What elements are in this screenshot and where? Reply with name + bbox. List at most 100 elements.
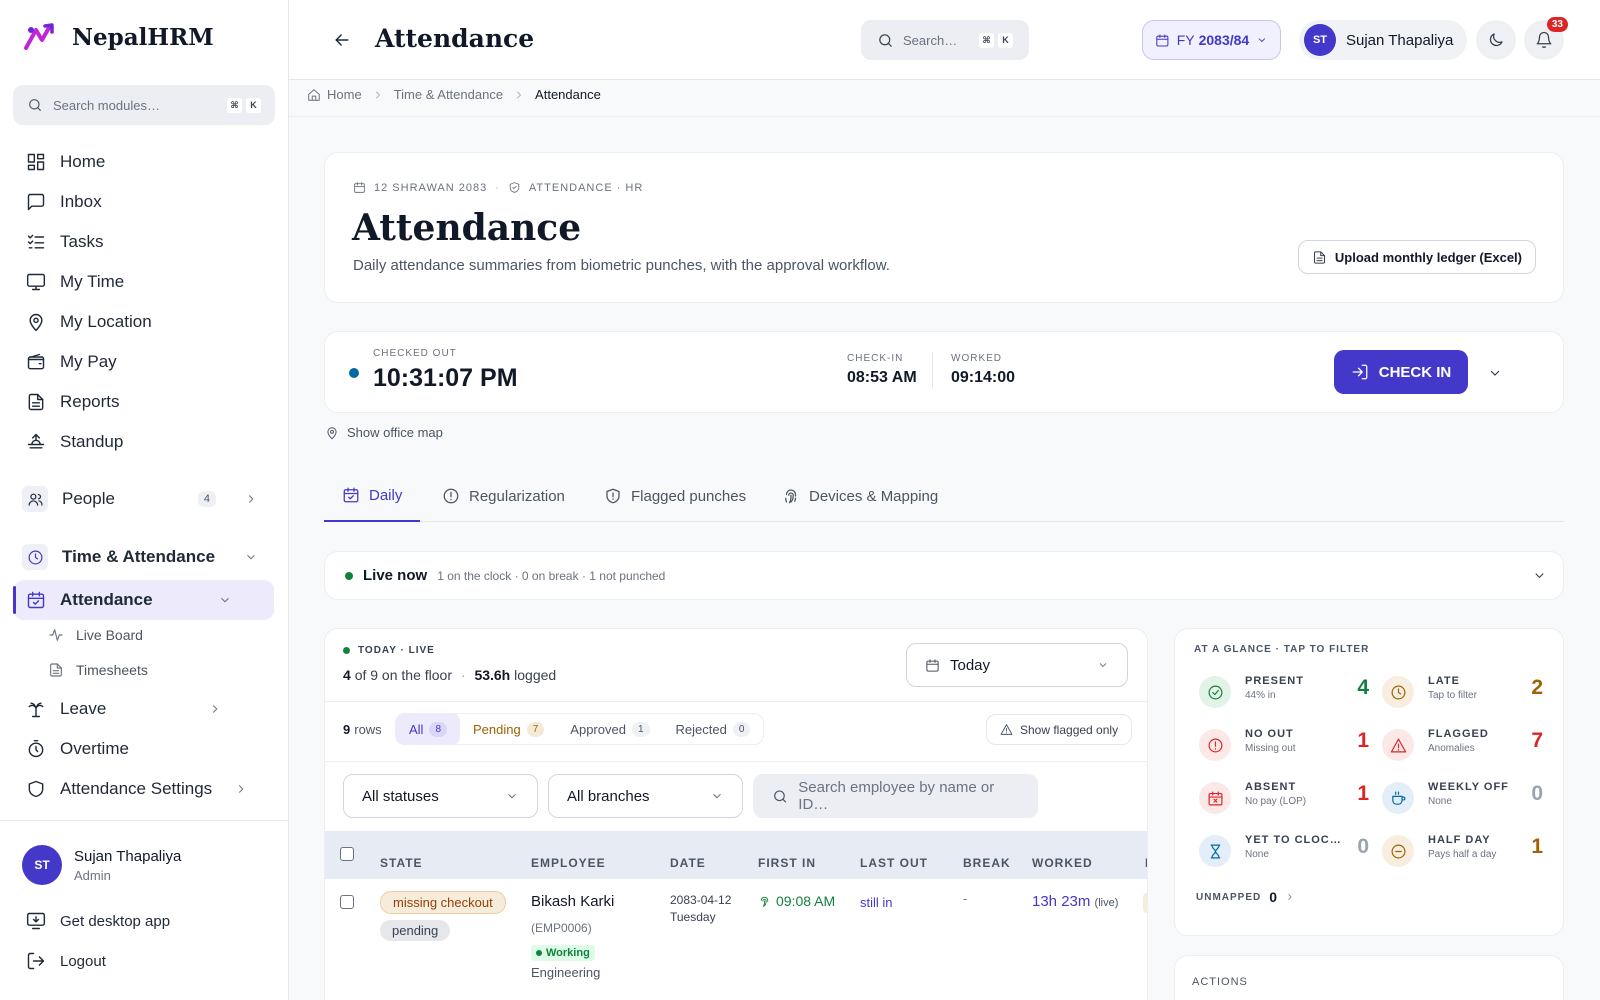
shortcut-key-k: K [246,97,261,113]
sidebar-item-my-location[interactable]: My Location [14,303,274,341]
table-row[interactable]: missing checkout pending Bikash Karki (E… [325,879,1147,1000]
filter-pill-rejected[interactable]: Rejected 0 [663,713,764,745]
row-count-value: 9 [343,721,351,737]
sidebar-item-attendance-settings[interactable]: Attendance Settings [14,770,274,808]
check-circle-icon [1208,685,1222,699]
checkin-value: 08:53 AM [847,369,917,386]
employee-name[interactable]: Bikash Karki [531,893,614,910]
column-header-worked[interactable]: WORKED [1032,856,1093,870]
glance-no-out[interactable]: NO OUT Missing out 1 [1199,725,1369,765]
status-filter-select[interactable]: All statuses [343,774,538,818]
chevron-right-icon [517,91,521,98]
sidebar-item-label: My Pay [60,352,117,371]
glance-absent[interactable]: ABSENT No pay (LOP) 1 [1199,778,1369,818]
brand-name: NepalHRM [72,23,214,51]
sidebar-item-reports[interactable]: Reports [14,383,274,421]
row-date: 2083-04-12 [670,893,732,907]
glance-late[interactable]: LATE Tap to filter 2 [1382,672,1543,712]
show-office-map-link[interactable]: Show office map [325,425,443,440]
sidebar-item-leave[interactable]: Leave [14,690,274,728]
sidebar-item-attendance[interactable]: Attendance [13,580,274,620]
message-icon [27,193,45,211]
column-header-last-out[interactable]: LAST OUT [860,856,928,870]
theme-toggle-button[interactable] [1476,20,1516,60]
stopwatch-icon [28,739,44,758]
brand-logo[interactable]: NepalHRM [22,22,214,52]
logout-button[interactable]: Logout [14,942,274,980]
sidebar-item-my-time[interactable]: My Time [14,263,274,301]
row-checkbox[interactable] [340,895,354,909]
fingerprint-icon [760,896,769,907]
sidebar-sub-item-live-board[interactable]: Live Board [48,627,143,643]
notifications-button[interactable]: 33 [1524,17,1568,60]
glance-weekly-off[interactable]: WEEKLY OFF None 0 [1382,778,1543,818]
glance-flagged[interactable]: FLAGGED Anomalies 7 [1382,725,1543,765]
sidebar-sub-item-label: Timesheets [76,662,148,678]
page-heading: Attendance [352,207,582,249]
sidebar-item-people[interactable]: People 4 [14,480,274,518]
column-header-date[interactable]: DATE [670,856,706,870]
sidebar-item-home[interactable]: Home [14,143,274,181]
column-header-state[interactable]: STATE [380,856,423,870]
upload-ledger-button[interactable]: Upload monthly ledger (Excel) [1297,240,1536,274]
column-header-first-in[interactable]: FIRST IN [758,856,816,870]
avatar: ST [1304,24,1336,56]
dashboard-icon [27,153,45,171]
branch-filter-select[interactable]: All branches [548,774,743,818]
get-desktop-app-link[interactable]: Get desktop app [14,902,274,940]
breadcrumb-current: Attendance [535,87,601,102]
filter-pill-pending[interactable]: Pending 7 [460,713,557,745]
filter-pill-approved[interactable]: Approved 1 [557,713,662,745]
glance-half-day[interactable]: HALF DAY Pays half a day 1 [1382,831,1543,871]
sidebar-user-profile[interactable]: ST Sujan Thapaliya Admin [22,845,181,885]
chevron-down-icon[interactable] [1487,365,1503,381]
global-search-input[interactable]: Search… ⌘ K [861,20,1029,60]
palm-tree-icon [28,702,44,718]
pill-label: Rejected [675,721,727,737]
column-header-overflow[interactable]: F [1145,856,1147,870]
unmapped-link[interactable]: UNMAPPED 0 [1196,889,1295,905]
glance-value: 0 [1357,835,1369,858]
column-header-break[interactable]: BREAK [963,856,1011,870]
glance-yet-to-clock-in[interactable]: YET TO CLOC… None 0 [1199,831,1369,871]
sidebar-item-standup[interactable]: Standup [14,423,274,461]
monitor-icon [26,273,46,291]
glance-present[interactable]: PRESENT 44% in 4 [1199,672,1369,712]
breadcrumb-home[interactable]: Home [327,87,362,102]
select-all-checkbox[interactable] [340,847,354,861]
back-arrow-icon[interactable] [332,30,352,50]
filter-pill-all[interactable]: All 8 [396,713,461,745]
user-menu[interactable]: ST Sujan Thapaliya [1299,20,1467,60]
logged-text: logged [514,667,557,683]
search-icon [774,789,787,803]
module-search-input[interactable]: Search modules… ⌘ K [13,85,275,125]
employee-search-placeholder: Search employee by name or ID… [798,779,995,813]
sidebar-sub-item-timesheets[interactable]: Timesheets [48,662,148,678]
sidebar-item-my-pay[interactable]: My Pay [14,343,274,381]
show-flagged-only-button[interactable]: Show flagged only [986,714,1133,745]
sidebar-item-time-attendance[interactable]: Time & Attendance [14,538,274,576]
worked-duration: 13h 23m [1032,893,1091,910]
fiscal-year-selector[interactable]: FY 2083/84 [1142,20,1281,60]
calendar-icon [926,658,939,672]
tab-flagged-punches[interactable]: Flagged punches [604,470,746,522]
employee-search-input[interactable]: Search employee by name or ID… [753,774,1038,818]
tab-daily[interactable]: Daily [324,470,421,522]
live-now-bar[interactable]: Live now 1 on the clock · 0 on break · 1… [324,551,1564,600]
pill-count: 1 [631,721,650,737]
check-in-button[interactable]: CHECK IN [1334,350,1468,394]
tab-devices-mapping[interactable]: Devices & Mapping [782,470,938,522]
sidebar-item-overtime[interactable]: Overtime [14,730,274,768]
breadcrumb-time-attendance[interactable]: Time & Attendance [394,87,503,102]
live-indicator-dot [345,571,353,580]
date-range-select[interactable]: Today [906,643,1128,687]
calendar-x-icon [1208,791,1222,805]
column-header-employee[interactable]: EMPLOYEE [531,856,606,870]
checklist-icon [27,234,45,249]
sidebar-item-inbox[interactable]: Inbox [14,183,274,221]
tab-regularization[interactable]: Regularization [442,470,565,522]
tab-label: Regularization [469,487,565,505]
live-now-summary: 1 on the clock · 0 on break · 1 not punc… [437,568,666,583]
sidebar-item-tasks[interactable]: Tasks [14,223,274,261]
pill-label: All [409,721,424,737]
